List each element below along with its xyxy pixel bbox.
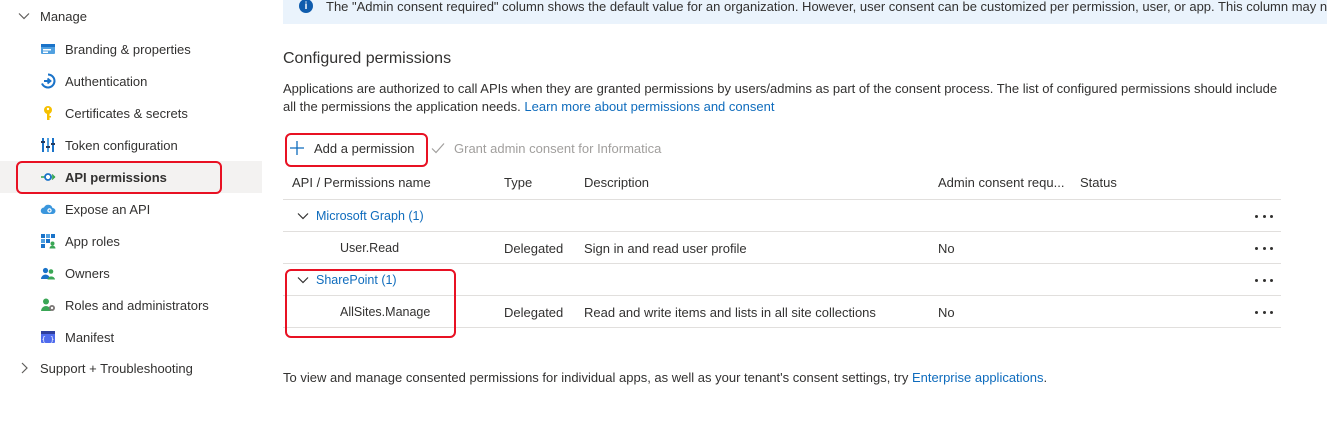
info-icon: i bbox=[299, 0, 313, 13]
sidebar-item-label: Manifest bbox=[65, 329, 115, 345]
table-divider bbox=[283, 263, 1281, 264]
permission-name-link[interactable]: User.Read bbox=[340, 241, 399, 255]
app-roles-icon bbox=[40, 233, 56, 249]
highlight-box-add-permission bbox=[285, 133, 428, 167]
description: Applications are authorized to call APIs… bbox=[283, 80, 1283, 115]
chevron-down-icon bbox=[297, 210, 309, 222]
more-options-icon[interactable] bbox=[1255, 305, 1273, 319]
permission-type: Delegated bbox=[504, 305, 564, 320]
sidebar-item-label: Expose an API bbox=[65, 201, 151, 217]
chevron-right-icon bbox=[18, 362, 30, 374]
cloud-icon bbox=[40, 201, 56, 217]
owners-icon bbox=[40, 265, 56, 281]
column-header-description[interactable]: Description bbox=[584, 175, 649, 190]
sidebar-item-branding[interactable]: Branding & properties bbox=[0, 33, 262, 65]
sidebar-item-label: Roles and administrators bbox=[65, 297, 209, 313]
sidebar-item-roles-administrators[interactable]: Roles and administrators bbox=[0, 289, 262, 321]
sidebar-item-label: Owners bbox=[65, 265, 110, 281]
group-name: Microsoft Graph (1) bbox=[316, 209, 424, 223]
sidebar-item-label: Authentication bbox=[65, 73, 148, 89]
column-header-name[interactable]: API / Permissions name bbox=[292, 175, 431, 190]
footer-text: To view and manage consented permissions… bbox=[283, 370, 909, 385]
highlight-box-sharepoint bbox=[285, 269, 456, 338]
sidebar-item-label: Token configuration bbox=[65, 137, 178, 153]
sidebar-item-label: Certificates & secrets bbox=[65, 105, 188, 121]
sidebar-item-token-configuration[interactable]: Token configuration bbox=[0, 129, 262, 161]
checkmark-icon bbox=[431, 141, 445, 155]
svg-text:{ }: { } bbox=[42, 336, 55, 344]
highlight-box-api-permissions bbox=[16, 161, 222, 194]
key-icon bbox=[40, 105, 56, 121]
column-header-admin-consent[interactable]: Admin consent requ... bbox=[938, 175, 1064, 190]
manage-group-header[interactable]: Manage bbox=[0, 0, 87, 32]
column-header-status[interactable]: Status bbox=[1080, 175, 1117, 190]
permission-description: Sign in and read user profile bbox=[584, 241, 747, 256]
page-title: Configured permissions bbox=[283, 50, 452, 67]
group-row-microsoft-graph[interactable]: Microsoft Graph (1) bbox=[297, 209, 424, 223]
footer-period: . bbox=[1043, 370, 1048, 385]
token-icon bbox=[40, 137, 56, 153]
info-bar-text: The "Admin consent required" column show… bbox=[326, 0, 1327, 14]
description-text: Applications are authorized to call APIs… bbox=[283, 81, 1278, 114]
table-divider bbox=[283, 199, 1281, 200]
grant-admin-consent-label: Grant admin consent for Informatica bbox=[454, 140, 662, 156]
sidebar-item-app-roles[interactable]: App roles bbox=[0, 225, 262, 257]
sidebar-item-authentication[interactable]: Authentication bbox=[0, 65, 262, 97]
more-options-icon[interactable] bbox=[1255, 209, 1273, 223]
admin-consent-value: No bbox=[938, 241, 955, 256]
sidebar: Manage Branding & properties Authenticat… bbox=[0, 0, 262, 446]
roles-icon bbox=[40, 297, 56, 313]
info-bar: i The "Admin consent required" column sh… bbox=[283, 0, 1327, 24]
sidebar-item-owners[interactable]: Owners bbox=[0, 257, 262, 289]
column-header-type[interactable]: Type bbox=[504, 175, 532, 190]
manifest-icon: { } bbox=[40, 329, 56, 345]
sidebar-item-label: App roles bbox=[65, 233, 120, 249]
sidebar-item-certificates[interactable]: Certificates & secrets bbox=[0, 97, 262, 129]
support-group-header[interactable]: Support + Troubleshooting bbox=[0, 352, 193, 384]
sidebar-item-manifest[interactable]: { } Manifest bbox=[0, 321, 262, 353]
admin-consent-value: No bbox=[938, 305, 955, 320]
more-options-icon[interactable] bbox=[1255, 241, 1273, 255]
learn-more-link[interactable]: Learn more about permissions and consent bbox=[524, 99, 774, 114]
permission-type: Delegated bbox=[504, 241, 564, 256]
more-options-icon[interactable] bbox=[1255, 273, 1273, 287]
authentication-icon bbox=[40, 73, 56, 89]
support-label: Support + Troubleshooting bbox=[40, 360, 193, 376]
enterprise-applications-link[interactable]: Enterprise applications bbox=[912, 370, 1044, 385]
manage-label: Manage bbox=[40, 8, 87, 24]
permission-description: Read and write items and lists in all si… bbox=[584, 305, 876, 320]
table-divider bbox=[283, 231, 1281, 232]
footer-note: To view and manage consented permissions… bbox=[283, 370, 1047, 385]
sidebar-item-expose-api[interactable]: Expose an API bbox=[0, 193, 262, 225]
chevron-down-icon bbox=[18, 10, 30, 22]
branding-icon bbox=[40, 41, 56, 57]
grant-admin-consent-button[interactable]: Grant admin consent for Informatica bbox=[431, 138, 661, 158]
sidebar-item-label: Branding & properties bbox=[65, 41, 191, 57]
